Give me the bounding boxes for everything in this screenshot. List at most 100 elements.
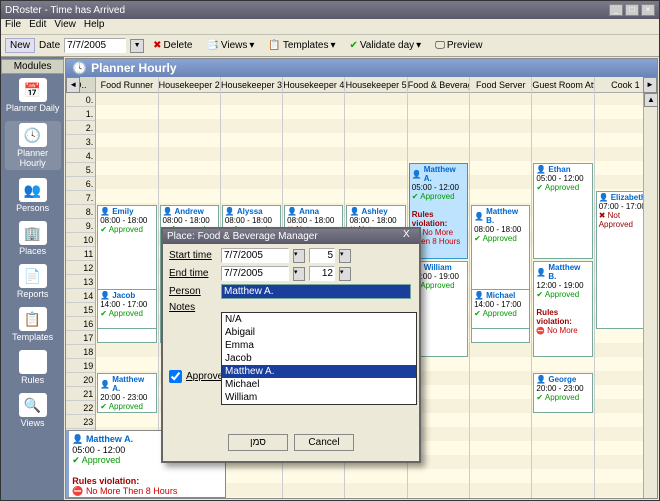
module-templates[interactable]: 📋Templates	[5, 307, 61, 342]
schedule-column[interactable]: Guest Room Atte.. Ethan05:00 - 12:00Appro…	[532, 77, 594, 498]
calendar-icon: 📅	[19, 78, 47, 102]
start-hour-input[interactable]	[309, 248, 335, 263]
hour-row: 6.	[66, 177, 95, 191]
app-window: DRoster - Time has Arrived _ □ × File Ed…	[0, 0, 660, 501]
event-block[interactable]: Matthew B.12:00 - 19:00ApprovedRules vio…	[533, 261, 592, 357]
event-block[interactable]: Michael14:00 - 17:00Approved	[471, 289, 530, 329]
dropdown-option[interactable]: William	[222, 391, 416, 404]
module-rules[interactable]: ⚖Rules	[5, 350, 61, 385]
menu-view[interactable]: View	[54, 19, 76, 34]
menu-file[interactable]: File	[5, 19, 21, 34]
dialog-close-button[interactable]: X	[403, 231, 415, 241]
titlebar: DRoster - Time has Arrived _ □ ×	[1, 1, 659, 19]
event-block[interactable]: Matthew A.20:00 - 23:00Approved	[97, 373, 156, 413]
hour-row: 2.	[66, 121, 95, 135]
hour-row: 20	[66, 373, 95, 387]
hour-row: 3.	[66, 135, 95, 149]
preview-rules-label: Rules violation:	[72, 476, 222, 486]
end-hour-input[interactable]	[309, 266, 335, 281]
hour-row: 13	[66, 275, 95, 289]
sidebar: Modules 📅Planner Daily 🕓Planner Hourly 👥…	[1, 57, 64, 500]
column-header[interactable]: Housekeeper 4	[283, 77, 344, 93]
end-date-spinner[interactable]: ▾	[293, 267, 305, 281]
hour-row: 15	[66, 303, 95, 317]
module-planner-daily[interactable]: 📅Planner Daily	[5, 78, 61, 113]
column-header[interactable]: Food Runner	[96, 77, 157, 93]
schedule-column[interactable]: Food ServerMatthew B.08:00 - 18:00Approv…	[470, 77, 532, 498]
preview-status: Approved	[82, 455, 121, 465]
notes-label: Notes	[169, 302, 217, 313]
column-header[interactable]: Guest Room Atte..	[532, 77, 593, 93]
column-header[interactable]: Housekeeper 2	[159, 77, 220, 93]
menu-help[interactable]: Help	[84, 19, 105, 34]
hour-row: 11	[66, 247, 95, 261]
hour-row: 16	[66, 317, 95, 331]
rules-icon: ⚖	[19, 350, 47, 374]
hour-row: 1.	[66, 107, 95, 121]
dropdown-option[interactable]: Abigail	[222, 326, 416, 339]
event-block[interactable]: Ethan05:00 - 12:00Approved	[533, 163, 592, 259]
views-icon: 🔍	[19, 393, 47, 417]
hour-row: 7.	[66, 191, 95, 205]
hour-row: 19	[66, 359, 95, 373]
hour-row: 17	[66, 331, 95, 345]
module-views[interactable]: 🔍Views	[5, 393, 61, 428]
end-date-input[interactable]	[221, 266, 289, 281]
scroll-left-button[interactable]: ◄	[66, 77, 80, 93]
new-button[interactable]: New	[5, 38, 35, 53]
hour-row: 4.	[66, 149, 95, 163]
planner-title: 🕓Planner Hourly	[66, 59, 657, 77]
validate-button[interactable]: ✔Validate day▾	[344, 38, 426, 53]
places-icon: 🏢	[19, 221, 47, 245]
event-block[interactable]: Jacob14:00 - 17:00Approved	[97, 289, 156, 329]
hour-row: 23	[66, 415, 95, 429]
dropdown-option[interactable]: Emma	[222, 339, 416, 352]
dialog-body: Start time ▾ ▾ End time ▾ ▾ Person Matth…	[163, 244, 419, 461]
column-header[interactable]: Food & Beverage..	[408, 77, 469, 93]
event-block[interactable]: George20:00 - 23:00Approved	[533, 373, 592, 413]
start-date-spinner[interactable]: ▾	[293, 249, 305, 263]
start-hour-spinner[interactable]: ▾	[339, 249, 351, 263]
module-persons[interactable]: 👥Persons	[5, 178, 61, 213]
menu-edit[interactable]: Edit	[29, 19, 46, 34]
end-hour-spinner[interactable]: ▾	[339, 267, 351, 281]
cancel-button[interactable]: Cancel	[294, 434, 354, 451]
planner-title-icon: 🕓	[72, 61, 87, 75]
scroll-right-button[interactable]: ►	[643, 77, 657, 93]
module-reports[interactable]: 📄Reports	[5, 264, 61, 299]
dialog-titlebar: Place: Food & Beverage Manager X	[163, 229, 419, 244]
date-dropdown-button[interactable]: ▼	[130, 39, 144, 53]
scroll-up-button[interactable]: ▲	[644, 93, 657, 107]
ok-button[interactable]: סמן	[228, 434, 288, 451]
preview-name: Matthew A.	[86, 434, 133, 444]
close-button[interactable]: ×	[641, 4, 655, 16]
dropdown-option[interactable]: Jacob	[222, 352, 416, 365]
module-planner-hourly[interactable]: 🕓Planner Hourly	[5, 121, 61, 170]
hour-row: 9.	[66, 219, 95, 233]
column-header[interactable]: Housekeeper 5	[345, 77, 406, 93]
date-input[interactable]	[64, 38, 126, 53]
preview-rules-msg: No More Then 8 Hours	[86, 486, 177, 496]
delete-button[interactable]: ✖Delete	[148, 38, 197, 53]
minimize-button[interactable]: _	[609, 4, 623, 16]
vertical-scrollbar[interactable]: ▲	[643, 93, 657, 498]
start-time-label: Start time	[169, 250, 217, 261]
approved-checkbox[interactable]	[169, 370, 182, 383]
person-select[interactable]: Matthew A.	[221, 284, 411, 299]
window-title: DRoster - Time has Arrived	[5, 5, 607, 16]
dropdown-option[interactable]: Michael	[222, 378, 416, 391]
dropdown-option[interactable]: Matthew A.	[222, 365, 416, 378]
person-dropdown-list[interactable]: N/AAbigailEmmaJacobMatthew A.MichaelWill…	[221, 312, 417, 405]
clock-icon: 🕓	[19, 123, 47, 147]
hour-row: 18	[66, 345, 95, 359]
preview-button[interactable]: 🖵Preview	[430, 38, 487, 53]
dropdown-option[interactable]: N/A	[222, 313, 416, 326]
templates-button[interactable]: 📋Templates▾	[263, 38, 340, 53]
column-header[interactable]: Food Server	[470, 77, 531, 93]
column-header[interactable]: Housekeeper 3	[221, 77, 282, 93]
start-date-input[interactable]	[221, 248, 289, 263]
hour-row: 14	[66, 289, 95, 303]
maximize-button[interactable]: □	[625, 4, 639, 16]
views-button[interactable]: 📑Views▾	[201, 38, 259, 53]
module-places[interactable]: 🏢Places	[5, 221, 61, 256]
